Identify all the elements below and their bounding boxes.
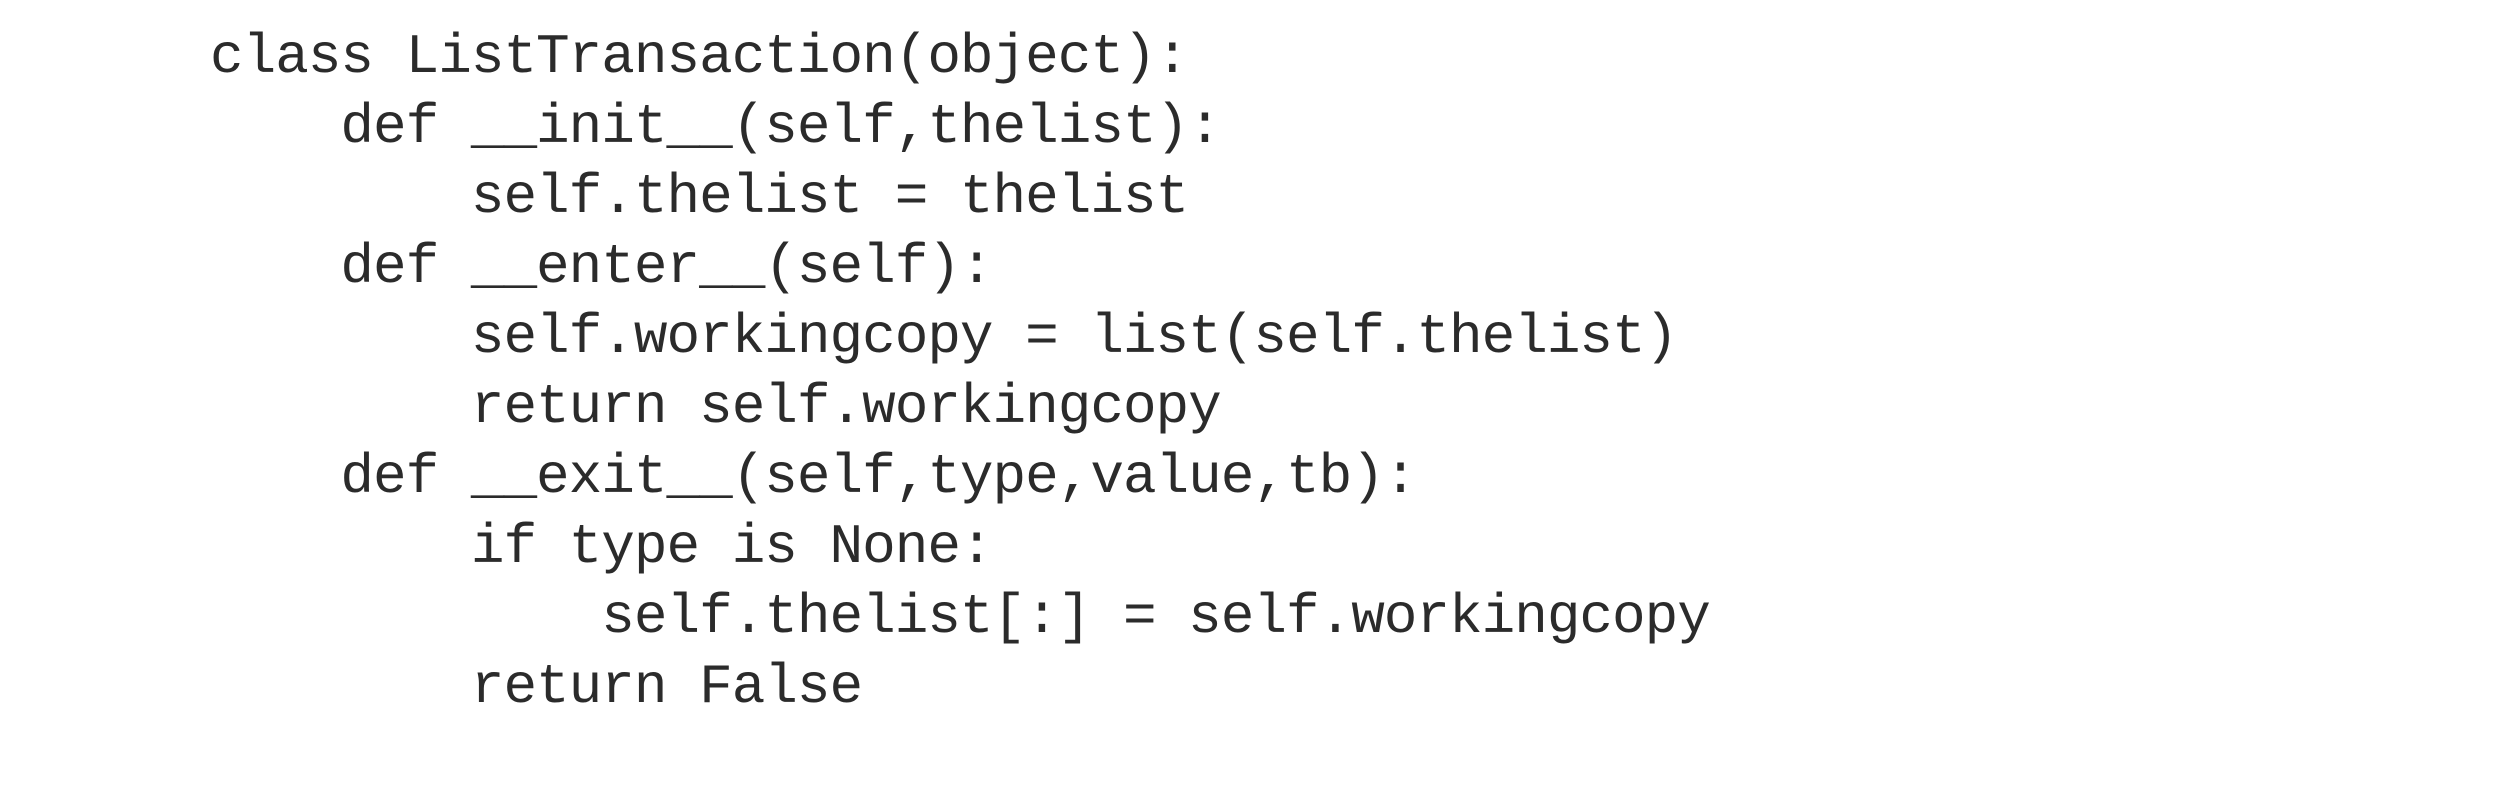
- code-line: def __enter__(self):: [210, 235, 993, 299]
- code-line: def __init__(self,thelist):: [210, 95, 1221, 159]
- code-listing: class ListTransaction(object): def __ini…: [210, 22, 1711, 722]
- code-line: self.thelist[:] = self.workingcopy: [210, 585, 1711, 649]
- code-line: return self.workingcopy: [210, 375, 1222, 439]
- code-line: self.thelist = thelist: [210, 165, 1189, 229]
- code-line: class ListTransaction(object):: [210, 25, 1189, 89]
- code-line: self.workingcopy = list(self.thelist): [210, 305, 1678, 369]
- code-line: def __exit__(self,type,value,tb):: [210, 445, 1417, 509]
- code-line: if type is None:: [210, 515, 994, 579]
- code-line: return False: [210, 655, 863, 719]
